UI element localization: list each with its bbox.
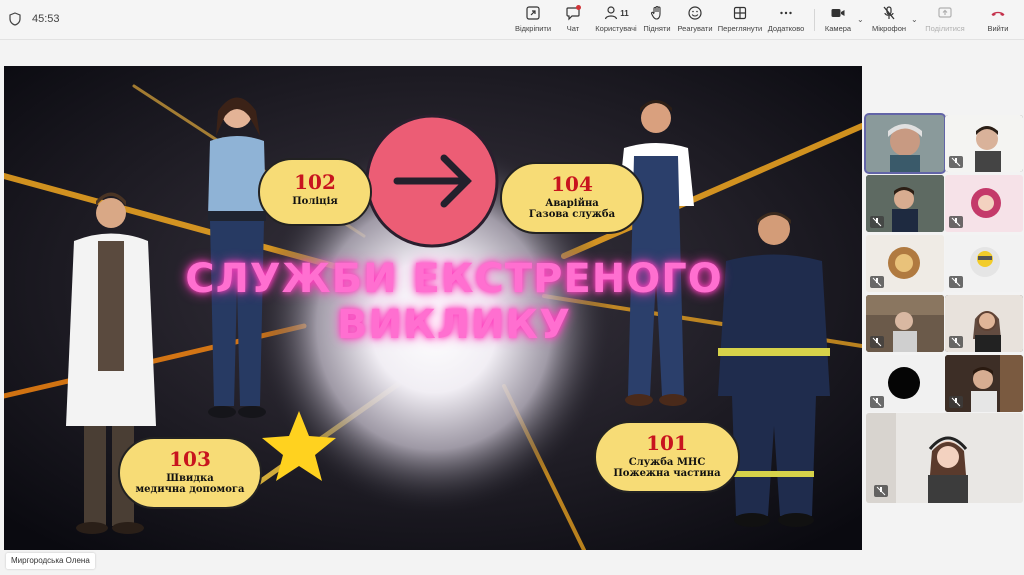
participant-tile[interactable] [945,115,1023,172]
mic-off-icon [872,217,882,227]
unpin-button[interactable]: Відкріпити [515,5,551,37]
fire-label-line2: Пожежна частина [613,468,721,479]
participant-tile[interactable] [945,295,1023,352]
raise-label: Підняти [643,24,671,33]
muted-indicator [949,216,963,228]
share-button[interactable]: Поділитися [925,5,965,37]
view-button[interactable]: Переглянути [718,5,762,37]
camera-label: Камера [824,24,852,33]
gas-number: 104 [551,172,593,196]
people-button[interactable]: 11 Користувачі [594,5,638,37]
mic-off-icon [872,337,882,347]
ambulance-number: 103 [169,447,211,471]
muted-indicator [949,276,963,288]
more-button[interactable]: Додатково [767,5,805,37]
shield-icon [9,12,21,26]
participant-video [866,115,944,172]
participant-tile-large[interactable] [866,413,1023,503]
ambulance-label-line1: Швидка [166,473,214,484]
fire-bubble: 101 Служба МНС Пожежна частина [594,421,740,493]
more-label: Додатково [767,24,805,33]
participant-tile[interactable] [866,355,944,412]
mic-off-icon [876,486,886,496]
slide-title-line1: СЛУЖБИ ЕКСТРЕНОГО [185,256,723,302]
share-label: Поділитися [925,24,965,33]
react-label: Реагувати [677,24,713,33]
police-label: Поліція [292,196,338,207]
hang-up-icon [991,11,1005,16]
slide-title: СЛУЖБИ ЕКСТРЕНОГО ВИКЛИКУ [184,256,724,348]
unpin-label: Відкріпити [514,24,552,33]
meeting-toolbar: 45:53 Відкріпити Чат 11 Користувачі Підн… [0,0,1024,40]
mic-label: Мікрофон [871,24,907,33]
mic-off-icon [951,277,961,287]
shared-presentation: 102 Поліція 104 Аварійна Газова служба 1… [4,66,862,550]
raise-hand-button[interactable]: Підняти [643,5,671,37]
view-label: Переглянути [717,24,763,33]
participant-tile[interactable] [945,235,1023,292]
react-button[interactable]: Реагувати [677,5,713,37]
microphone-button[interactable]: Мікрофон [870,5,908,37]
muted-indicator [870,216,884,228]
participant-video [866,413,1023,503]
fire-label-line1: Служба МНС [628,457,706,468]
leave-label: Вийти [987,24,1009,33]
share-screen-icon [938,7,952,18]
participant-tile[interactable] [945,355,1023,412]
participant-tile[interactable] [866,235,944,292]
mic-off-icon [951,217,961,227]
muted-indicator [949,156,963,168]
people-label: Користувачі [595,24,637,33]
grid-icon [733,6,747,20]
mic-off-icon [883,6,895,20]
leave-button[interactable]: Вийти [984,5,1012,37]
slide-title-line2: ВИКЛИКУ [337,302,571,348]
presenter-name-tag: Миргородська Олена [6,553,95,569]
mic-options-chevron-icon[interactable]: ⌄ [911,15,918,24]
people-count: 11 [620,8,629,18]
ambulance-bubble: 103 Швидка медична допомога [118,437,262,509]
popout-icon [526,6,540,20]
mic-off-icon [951,157,961,167]
smile-icon [688,6,702,20]
muted-indicator [870,336,884,348]
mic-off-icon [951,397,961,407]
muted-indicator [949,396,963,408]
participant-tile[interactable] [864,113,946,174]
hand-icon [650,5,661,20]
ambulance-label-line2: медична допомога [135,484,245,495]
mic-off-icon [872,397,882,407]
meeting-timer: 45:53 [32,13,60,25]
chat-button[interactable]: Чат [560,5,586,37]
fire-number: 101 [646,431,688,455]
gas-label-line1: Аварійна [545,198,599,209]
people-icon [605,6,618,20]
toolbar-divider [814,9,815,31]
muted-indicator [949,336,963,348]
muted-indicator [870,276,884,288]
participant-tile[interactable] [866,295,944,352]
police-bubble: 102 Поліція [258,158,372,226]
muted-indicator [874,485,888,497]
chat-notification-dot [576,5,581,10]
camera-options-chevron-icon[interactable]: ⌄ [857,15,864,24]
camera-icon [831,9,845,17]
more-dots-icon [780,11,792,15]
chat-label: Чат [566,24,580,33]
gas-bubble: 104 Аварійна Газова служба [500,162,644,234]
muted-indicator [870,396,884,408]
police-number: 102 [294,170,336,194]
mic-off-icon [872,277,882,287]
mic-off-icon [951,337,961,347]
participant-tile[interactable] [945,175,1023,232]
camera-button[interactable]: Камера [822,5,854,37]
gas-label-line2: Газова служба [528,209,616,220]
participant-tile[interactable] [866,175,944,232]
